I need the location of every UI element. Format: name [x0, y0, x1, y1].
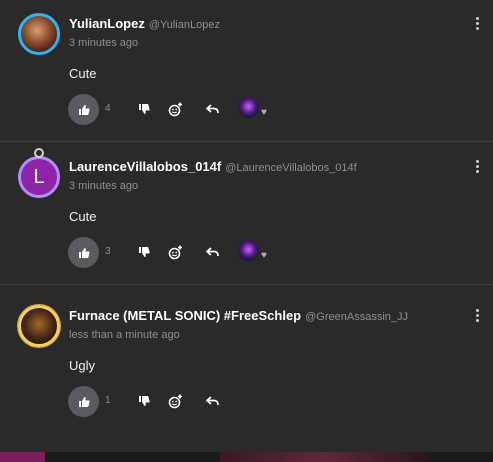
background-artwork-left	[0, 452, 45, 462]
kebab-menu-icon[interactable]	[474, 17, 480, 31]
author-name[interactable]: LaurenceVillalobos_014f	[69, 159, 221, 174]
kebab-menu-icon[interactable]	[474, 160, 480, 174]
comment-header: LaurenceVillalobos_014f @LaurenceVillalob…	[69, 159, 357, 174]
comment-text: Cute	[69, 66, 97, 81]
reply-button[interactable]	[204, 393, 220, 409]
like-button[interactable]	[68, 94, 99, 125]
like-count: 1	[105, 395, 111, 406]
thumbs-up-icon	[78, 104, 90, 115]
reply-icon	[205, 103, 219, 113]
heart-icon: ♥	[261, 107, 267, 118]
add-reaction-button[interactable]	[167, 101, 183, 117]
comment-item: L LaurenceVillalobos_014f @LaurenceVillal…	[0, 143, 493, 285]
comment-header: Furnace (METAL SONIC) #FreeSchlep @GreenA…	[69, 308, 408, 323]
avatar[interactable]	[18, 305, 60, 347]
author-name[interactable]: YulianLopez	[69, 16, 145, 31]
like-count: 4	[105, 103, 111, 114]
author-handle: @YulianLopez	[148, 19, 220, 31]
like-button[interactable]	[68, 237, 99, 268]
dislike-button[interactable]	[136, 393, 152, 409]
add-emoji-icon	[168, 245, 182, 259]
status-badge	[34, 148, 44, 158]
reply-button[interactable]	[204, 101, 220, 117]
kebab-menu-icon[interactable]	[474, 309, 480, 323]
add-reaction-button[interactable]	[167, 393, 183, 409]
thumbs-down-icon	[139, 247, 150, 257]
thumbs-down-icon	[139, 396, 150, 406]
comment-item: YulianLopez @YulianLopez 3 minutes ago Cu…	[0, 0, 493, 142]
comment-timestamp: 3 minutes ago	[69, 37, 139, 49]
avatar[interactable]: L	[18, 156, 60, 198]
author-handle: @LaurenceVillalobos_014f	[225, 162, 357, 174]
avatar[interactable]	[18, 13, 60, 55]
reactor-avatar[interactable]	[238, 240, 259, 261]
heart-icon: ♥	[261, 250, 267, 261]
add-emoji-icon	[168, 102, 182, 116]
background-artwork-center	[220, 452, 430, 462]
like-button[interactable]	[68, 386, 99, 417]
like-count: 3	[105, 246, 111, 257]
thumbs-up-icon	[78, 247, 90, 258]
comment-item: Furnace (METAL SONIC) #FreeSchlep @GreenA…	[0, 292, 493, 433]
dislike-button[interactable]	[136, 101, 152, 117]
reply-icon	[205, 395, 219, 405]
author-name[interactable]: Furnace (METAL SONIC) #FreeSchlep	[69, 308, 301, 323]
comment-text: Ugly	[69, 358, 96, 373]
comment-timestamp: less than a minute ago	[69, 329, 180, 341]
comment-header: YulianLopez @YulianLopez	[69, 16, 220, 31]
add-reaction-button[interactable]	[167, 244, 183, 260]
add-emoji-icon	[168, 394, 182, 408]
avatar-letter: L	[33, 165, 45, 188]
background-artwork	[0, 452, 493, 462]
thumbs-down-icon	[139, 104, 150, 114]
reply-icon	[205, 246, 219, 256]
comment-text: Cute	[69, 209, 97, 224]
thumbs-up-icon	[78, 396, 90, 407]
dislike-button[interactable]	[136, 244, 152, 260]
comment-timestamp: 3 minutes ago	[69, 180, 139, 192]
reply-button[interactable]	[204, 244, 220, 260]
author-handle: @GreenAssassin_JJ	[305, 311, 408, 323]
reactor-avatar[interactable]	[238, 97, 259, 118]
